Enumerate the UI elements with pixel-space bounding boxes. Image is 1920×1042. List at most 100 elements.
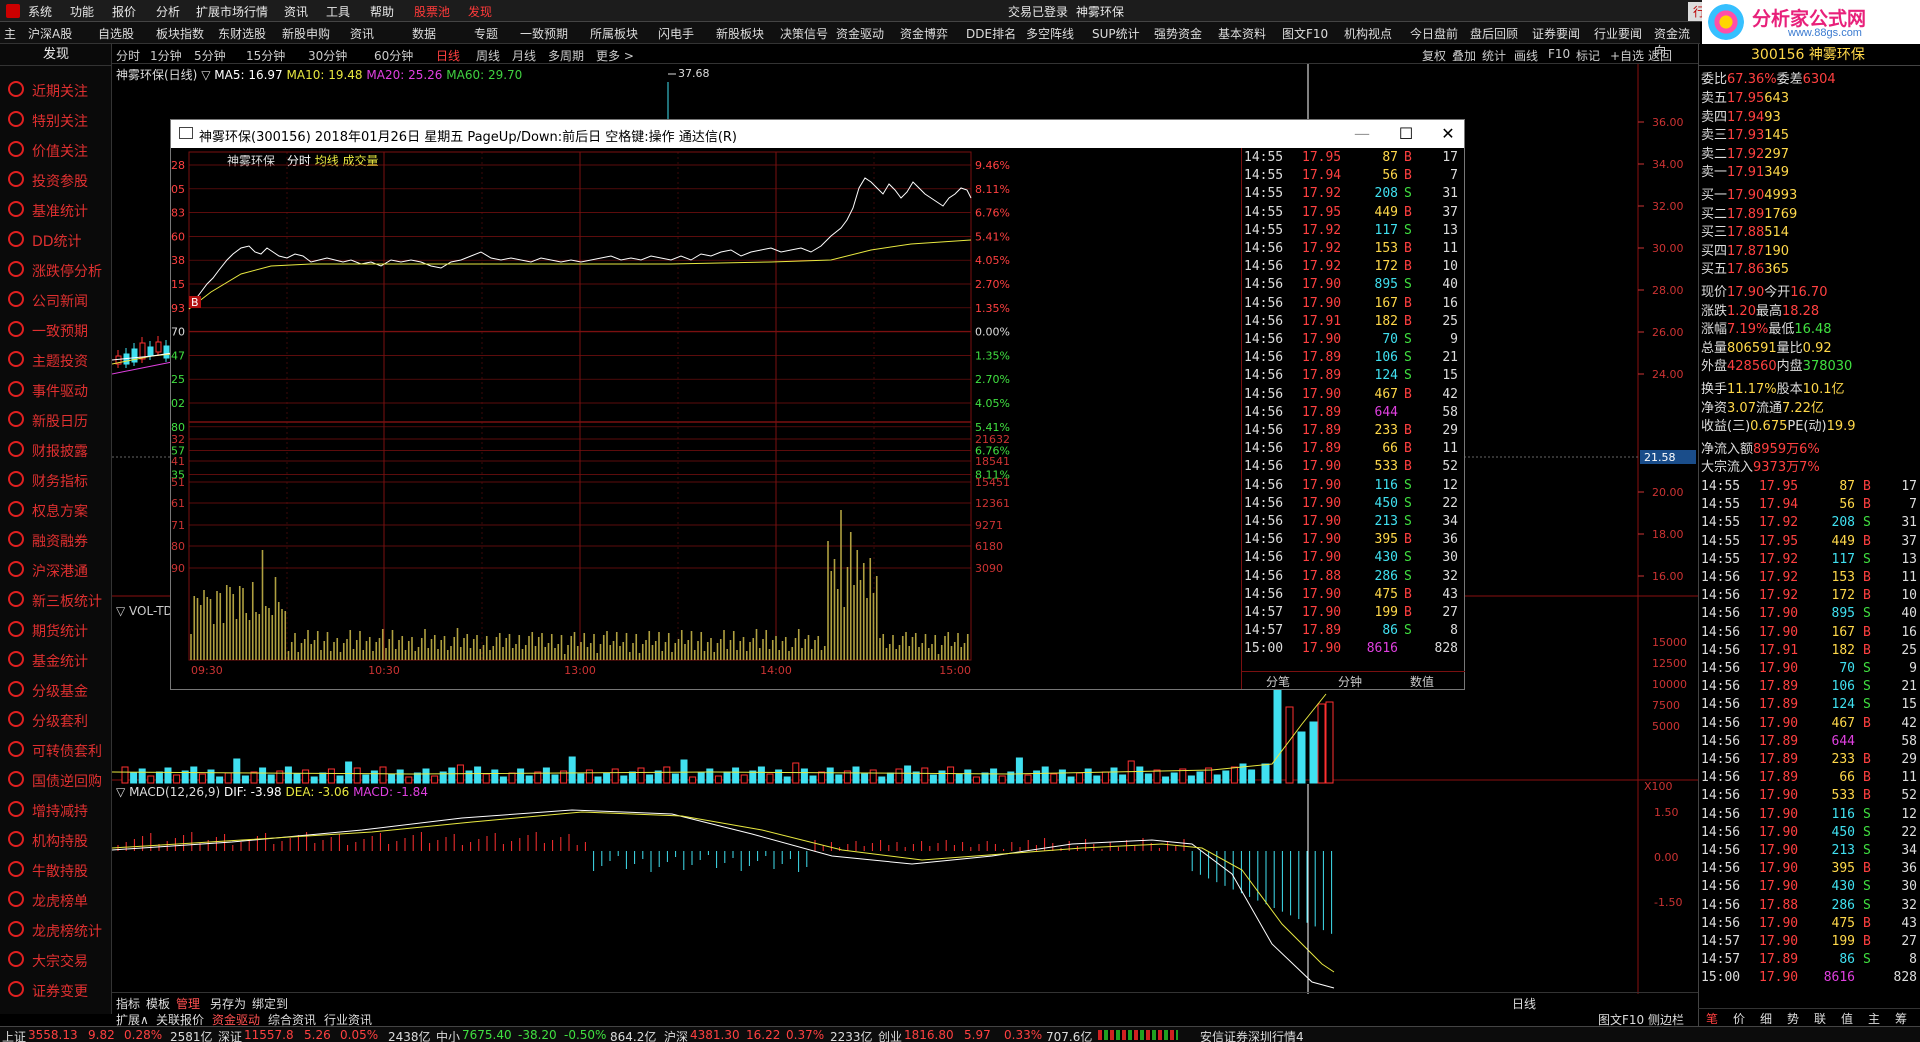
tab-values[interactable]: 数值 <box>1410 673 1434 690</box>
period-tab-4[interactable]: 30分钟 <box>308 47 347 64</box>
quote-tab-1[interactable]: 价 <box>1733 1010 1745 1027</box>
period-tab-0[interactable]: 分时 <box>116 47 140 64</box>
quote-tab-6[interactable]: 主 <box>1868 1010 1880 1027</box>
chart-tool-1[interactable]: 叠加 <box>1452 47 1476 64</box>
sidebar-item-7[interactable]: 公司新闻 <box>0 284 112 314</box>
quote-tab-4[interactable]: 联 <box>1814 1010 1826 1027</box>
sidebar-item-27[interactable]: 龙虎榜单 <box>0 884 112 914</box>
sidebar-item-21[interactable]: 分级套利 <box>0 704 112 734</box>
sidebar-item-25[interactable]: 机构持股 <box>0 824 112 854</box>
sidebar-item-4[interactable]: 基准统计 <box>0 194 112 224</box>
category-tab-8[interactable]: 专题 <box>474 25 498 42</box>
chart-tool-7[interactable]: 返回 <box>1648 47 1672 64</box>
sidebar-item-10[interactable]: 事件驱动 <box>0 374 112 404</box>
category-tab-12[interactable]: 新股板块 <box>716 25 764 42</box>
sidebar-item-6[interactable]: 涨跌停分析 <box>0 254 112 284</box>
close-icon[interactable]: ✕ <box>1433 124 1463 143</box>
period-tab-3[interactable]: 15分钟 <box>246 47 285 64</box>
period-tab-8[interactable]: 月线 <box>512 47 536 64</box>
period-tab-1[interactable]: 1分钟 <box>150 47 182 64</box>
sidebar-item-29[interactable]: 大宗交易 <box>0 944 112 974</box>
category-tab-26[interactable]: 行业要闻 <box>1594 25 1642 42</box>
sidebar-item-1[interactable]: 特别关注 <box>0 104 112 134</box>
category-tab-5[interactable]: 新股申购 <box>282 25 330 42</box>
category-tab-17[interactable]: 多空阵线 <box>1026 25 1074 42</box>
category-tab-1[interactable]: 沪深A股 <box>28 25 72 42</box>
tab-minutes[interactable]: 分钟 <box>1338 673 1362 690</box>
sidebar-item-17[interactable]: 新三板统计 <box>0 584 112 614</box>
menu-help[interactable]: 帮助 <box>370 3 394 20</box>
category-tab-10[interactable]: 所属板块 <box>590 25 638 42</box>
category-tab-20[interactable]: 基本资料 <box>1218 25 1266 42</box>
sidebar-item-15[interactable]: 融资融券 <box>0 524 112 554</box>
sidebar-item-16[interactable]: 沪深港通 <box>0 554 112 584</box>
sidebar-item-11[interactable]: 新股日历 <box>0 404 112 434</box>
quote-tab-3[interactable]: 势 <box>1787 1010 1799 1027</box>
category-tab-18[interactable]: SUP统计 <box>1092 25 1140 42</box>
period-tab-5[interactable]: 60分钟 <box>374 47 413 64</box>
category-tab-21[interactable]: 图文F10 <box>1282 25 1328 42</box>
category-tab-22[interactable]: 机构视点 <box>1344 25 1392 42</box>
sidebar-item-0[interactable]: 近期关注 <box>0 74 112 104</box>
category-tab-16[interactable]: DDE排名 <box>966 25 1016 42</box>
category-tab-24[interactable]: 盘后回顾 <box>1470 25 1518 42</box>
sidebar-item-14[interactable]: 权息方案 <box>0 494 112 524</box>
sidebar-item-5[interactable]: DD统计 <box>0 224 112 254</box>
period-tab-2[interactable]: 5分钟 <box>194 47 226 64</box>
intraday-detail-dialog[interactable]: 神雾环保(300156) 2018年01月26日 星期五 PageUp/Down… <box>170 119 1465 690</box>
sidebar-item-20[interactable]: 分级基金 <box>0 674 112 704</box>
category-tab-11[interactable]: 闪电手 <box>658 25 694 42</box>
sidebar-item-9[interactable]: 主题投资 <box>0 344 112 374</box>
quote-tab-5[interactable]: 值 <box>1841 1010 1853 1027</box>
sidebar-item-23[interactable]: 国债逆回购 <box>0 764 112 794</box>
minimize-icon[interactable]: — <box>1347 124 1377 143</box>
sidebar-item-18[interactable]: 期货统计 <box>0 614 112 644</box>
intraday-chart-svg[interactable]: 18.28 18.05 17.83 17.60 17.38 17.15 16.93 16.70… <box>171 148 1241 691</box>
chart-tool-6[interactable]: +自选 <box>1610 47 1644 64</box>
maximize-icon[interactable]: ☐ <box>1391 124 1421 143</box>
period-tab-7[interactable]: 周线 <box>476 47 500 64</box>
menu-extended-market[interactable]: 扩展市场行情 <box>196 3 268 20</box>
sidebar-item-3[interactable]: 投资参股 <box>0 164 112 194</box>
menu-discover[interactable]: 发现 <box>468 3 492 20</box>
category-tab-2[interactable]: 自选股 <box>98 25 134 42</box>
category-tab-3[interactable]: 板块指数 <box>156 25 204 42</box>
category-tab-9[interactable]: 一致预期 <box>520 25 568 42</box>
category-tab-6[interactable]: 资讯 <box>350 25 374 42</box>
category-tab-13[interactable]: 决策信号 <box>780 25 828 42</box>
sidebar-item-8[interactable]: 一致预期 <box>0 314 112 344</box>
category-tab-14[interactable]: 资金驱动 <box>836 25 884 42</box>
chart-tool-5[interactable]: 标记 <box>1576 47 1600 64</box>
menu-quote[interactable]: 报价 <box>112 3 136 20</box>
menu-tools[interactable]: 工具 <box>326 3 350 20</box>
sidebar-item-24[interactable]: 增持减持 <box>0 794 112 824</box>
menu-news[interactable]: 资讯 <box>284 3 308 20</box>
quote-tab-2[interactable]: 细 <box>1760 1010 1772 1027</box>
menu-system[interactable]: 系统 <box>28 3 52 20</box>
sidebar-item-26[interactable]: 牛散持股 <box>0 854 112 884</box>
period-tab-6[interactable]: 日线 <box>436 47 460 64</box>
quote-tab-7[interactable]: 筹 <box>1895 1010 1907 1027</box>
menu-function[interactable]: 功能 <box>70 3 94 20</box>
category-tab-0[interactable]: 主 <box>4 25 16 42</box>
menu-stock-pool[interactable]: 股票池 <box>414 3 450 20</box>
menu-analysis[interactable]: 分析 <box>156 3 180 20</box>
category-tab-4[interactable]: 东财选股 <box>218 25 266 42</box>
sidebar-item-30[interactable]: 证券变更 <box>0 974 112 1004</box>
chart-tool-3[interactable]: 画线 <box>1514 47 1538 64</box>
tab-ticks[interactable]: 分笔 <box>1266 673 1290 690</box>
category-tab-15[interactable]: 资金博弈 <box>900 25 948 42</box>
sidebar-item-28[interactable]: 龙虎榜统计 <box>0 914 112 944</box>
chart-tool-4[interactable]: F10 <box>1548 47 1570 61</box>
category-tab-23[interactable]: 今日盘前 <box>1410 25 1458 42</box>
category-tab-25[interactable]: 证券要闻 <box>1532 25 1580 42</box>
period-tab-10[interactable]: 更多 > <box>596 47 634 64</box>
sidebar-item-12[interactable]: 财报披露 <box>0 434 112 464</box>
chart-tool-0[interactable]: 复权 <box>1422 47 1446 64</box>
sidebar-item-13[interactable]: 财务指标 <box>0 464 112 494</box>
category-tab-19[interactable]: 强势资金 <box>1154 25 1202 42</box>
category-tab-7[interactable]: 数据 <box>412 25 436 42</box>
quote-tab-0[interactable]: 笔 <box>1706 1010 1718 1027</box>
sidebar-item-2[interactable]: 价值关注 <box>0 134 112 164</box>
sidebar-item-19[interactable]: 基金统计 <box>0 644 112 674</box>
